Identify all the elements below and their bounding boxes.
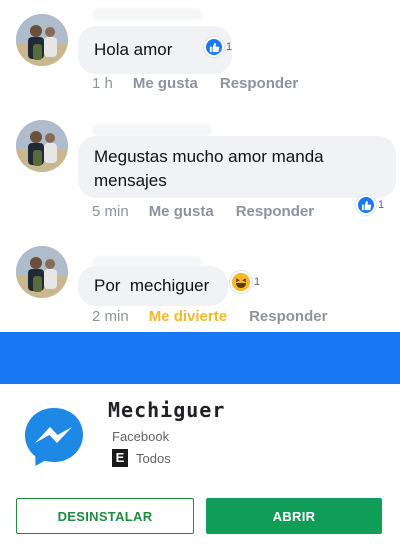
reaction-summary[interactable]: 1: [356, 195, 384, 215]
blurred-author-name: [92, 8, 202, 20]
thumbs-up-icon: [204, 37, 224, 57]
avatar-photo: [16, 120, 68, 172]
app-store-listing: Mechiguer Facebook E Todos DESINSTALAR A…: [0, 384, 400, 544]
comment-bubble[interactable]: Por mechiguer: [78, 266, 228, 306]
laughing-emoji-icon: [230, 271, 252, 293]
thumbs-up-icon: [356, 195, 376, 215]
avatar-photo: [16, 246, 68, 298]
rating-e-icon: E: [112, 449, 128, 467]
blurred-author-name: [92, 124, 212, 136]
avatar[interactable]: [16, 246, 68, 298]
comment-text-line-1: Megustas mucho amor manda: [94, 147, 324, 166]
haha-reaction-button[interactable]: Me divierte: [149, 308, 227, 325]
avatar[interactable]: [16, 14, 68, 66]
comment-bubble[interactable]: Megustas mucho amor manda mensajes: [78, 136, 396, 198]
app-developer[interactable]: Facebook: [112, 429, 169, 444]
avatar[interactable]: [16, 120, 68, 172]
app-title: Mechiguer: [108, 398, 226, 422]
comment-time: 1 h: [92, 75, 113, 92]
comment-actions: 5 min Me gusta Responder: [92, 203, 336, 220]
content-rating: E Todos: [112, 449, 171, 467]
comment-thread: Hola amor 1 1 h Me gusta Responder Megus…: [0, 0, 400, 332]
reply-button[interactable]: Responder: [220, 75, 298, 92]
comment-text-line-2: mensajes: [94, 171, 167, 190]
comment-actions: 2 min Me divierte Responder: [92, 308, 349, 325]
open-button[interactable]: ABRIR: [206, 498, 382, 534]
blue-divider-band: [0, 332, 400, 384]
reaction-count: 1: [378, 199, 385, 211]
comment-actions: 1 h Me gusta Responder: [92, 75, 320, 92]
uninstall-button[interactable]: DESINSTALAR: [16, 498, 194, 534]
reaction-count: 1: [254, 276, 261, 288]
content-rating-text: Todos: [136, 450, 171, 466]
reaction-count: 1: [226, 41, 233, 53]
comment-text: Hola amor: [94, 40, 173, 59]
comment-text: Por mechiguer: [94, 276, 210, 295]
comment-time: 2 min: [92, 308, 129, 325]
messenger-icon: [22, 404, 86, 468]
like-button[interactable]: Me gusta: [133, 75, 198, 92]
comment-time: 5 min: [92, 203, 129, 220]
avatar-photo: [16, 14, 68, 66]
like-button[interactable]: Me gusta: [149, 203, 214, 220]
reply-button[interactable]: Responder: [236, 203, 314, 220]
reaction-summary[interactable]: 1: [204, 37, 232, 57]
reply-button[interactable]: Responder: [249, 308, 327, 325]
reaction-summary[interactable]: 1: [230, 271, 260, 293]
